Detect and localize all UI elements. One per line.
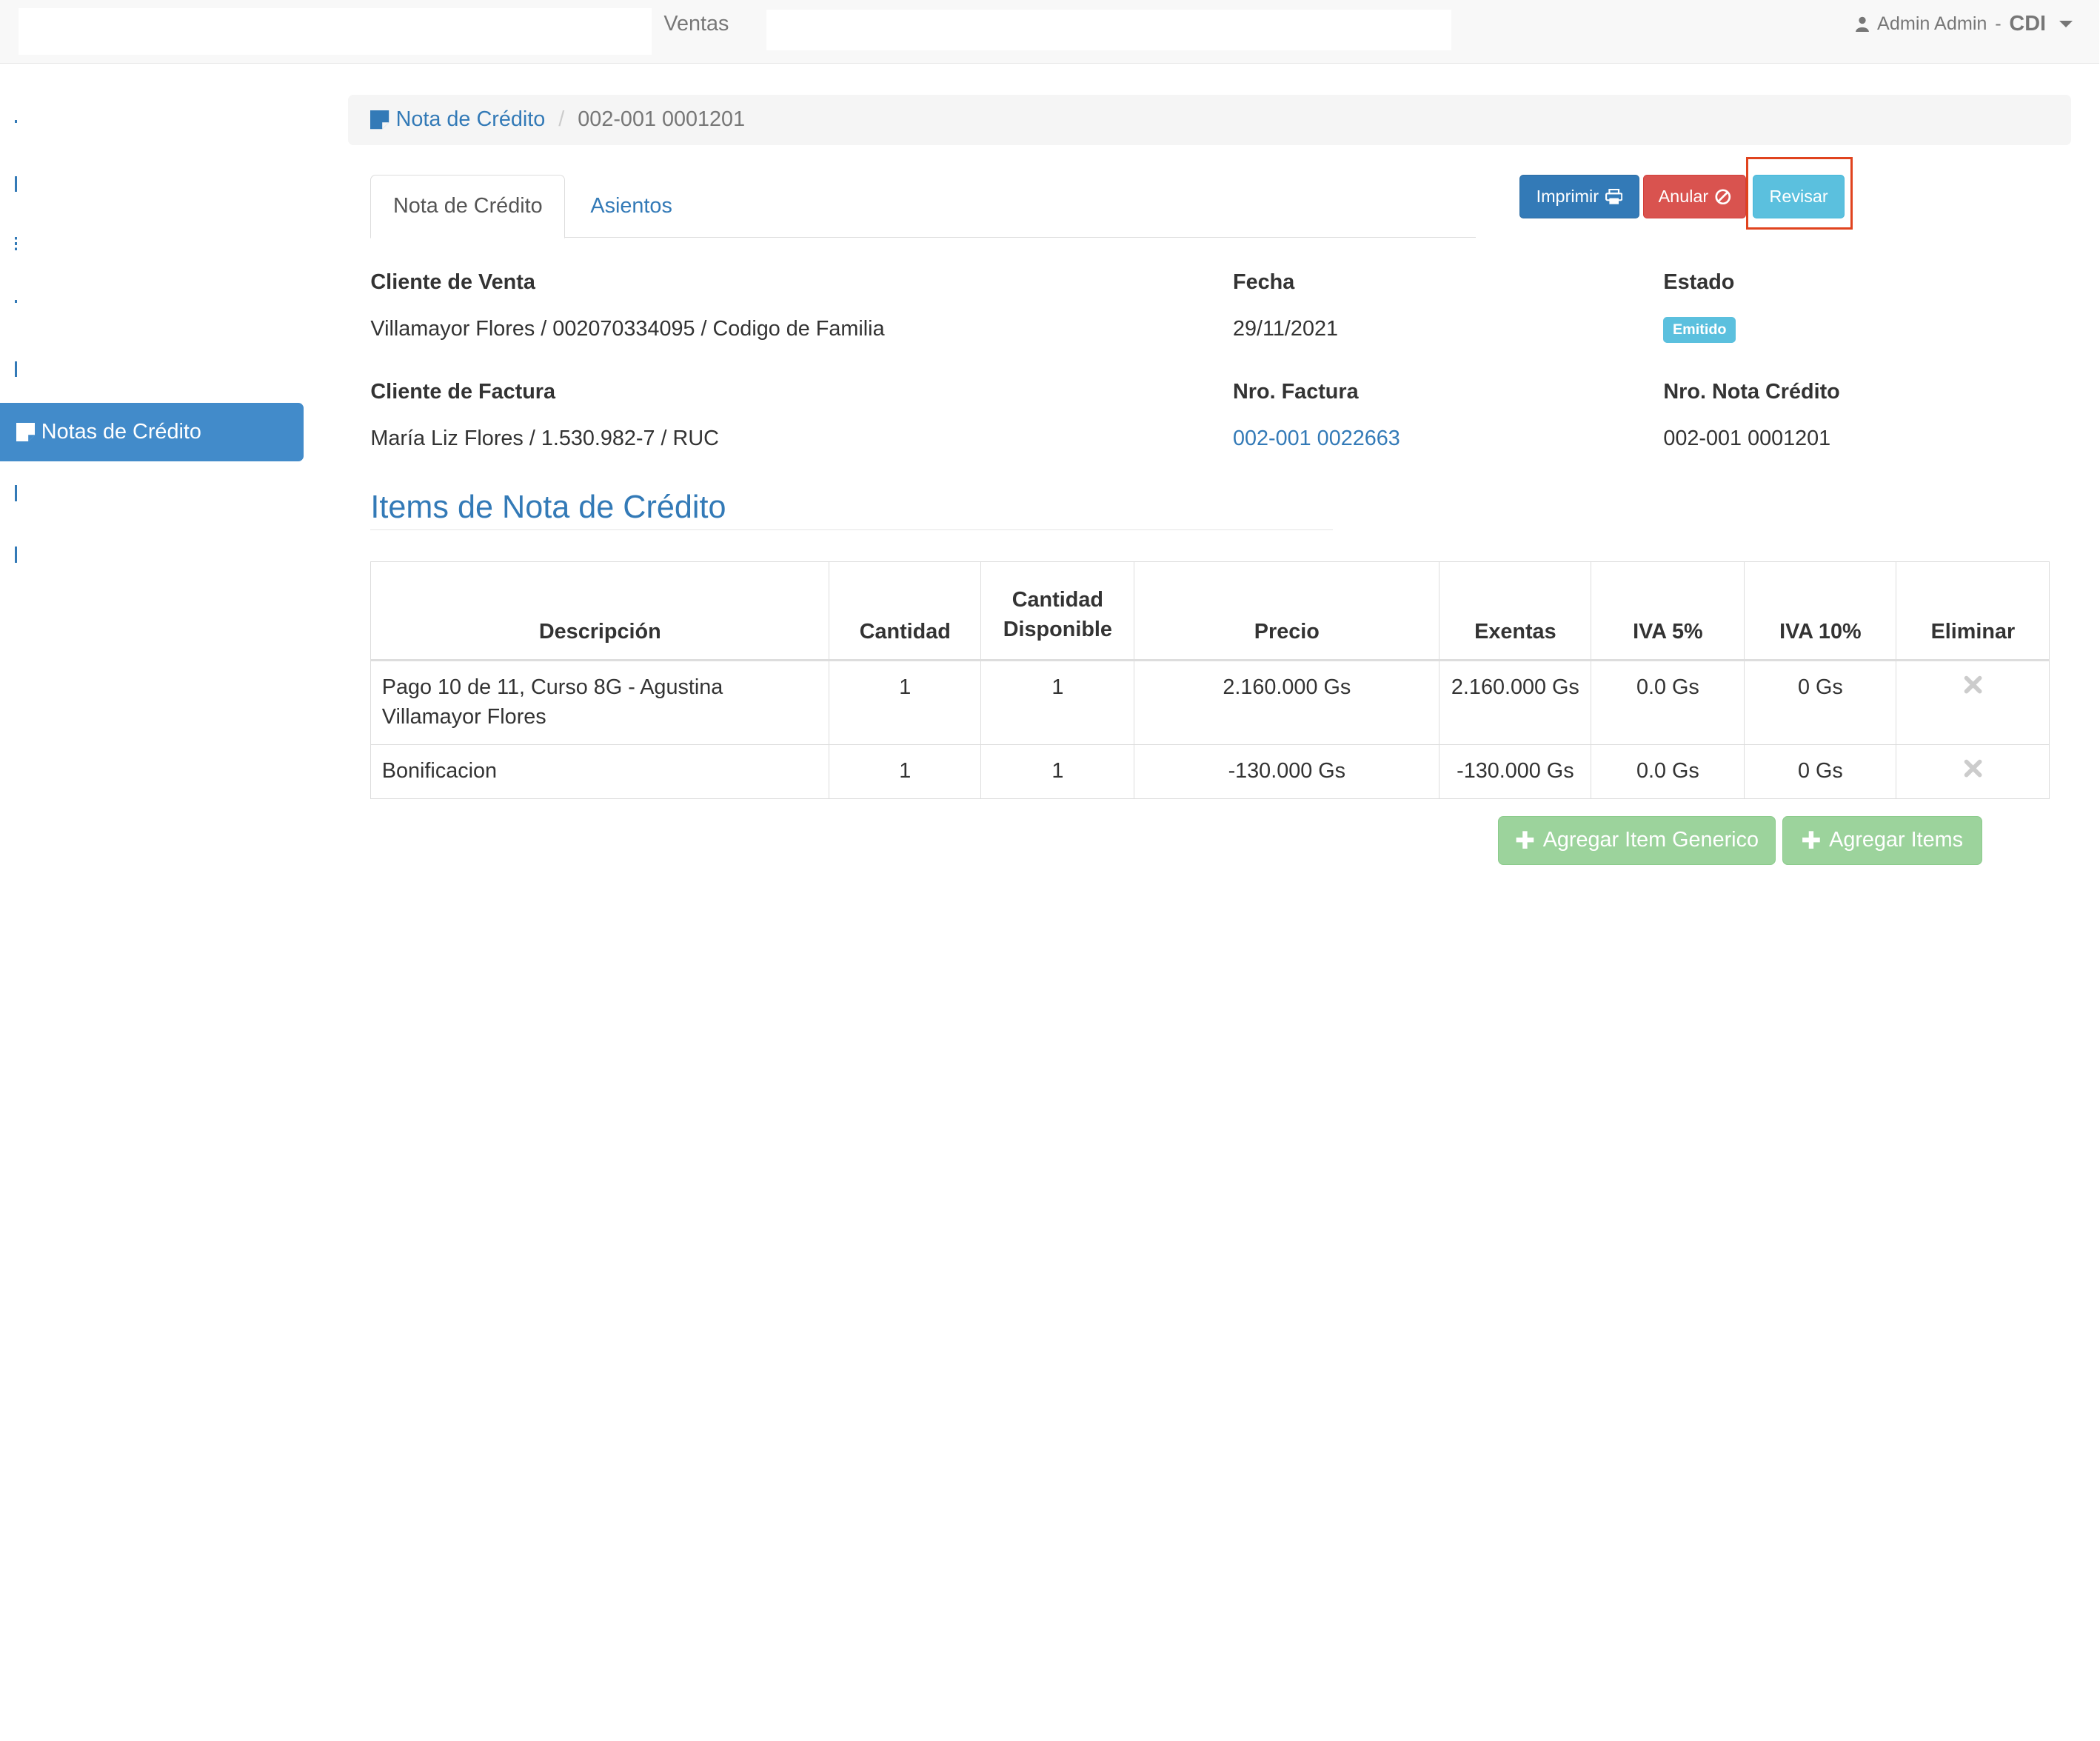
sidebar-item-label: Notas de Crédito	[41, 419, 201, 444]
navbar-section-ventas[interactable]: Ventas	[663, 12, 729, 36]
date-label: Fecha	[1233, 270, 1295, 295]
sale-client-label: Cliente de Venta	[370, 270, 535, 295]
invoice-number-link[interactable]: 002-001 0022663	[1233, 427, 1400, 451]
cell-exempt: -130.000 Gs	[1439, 743, 1592, 799]
table-row: Pago 10 de 11, Curso 8G - Agustina Villa…	[370, 660, 2050, 745]
user-menu[interactable]: Admin Admin - CDI	[1856, 12, 2073, 36]
delete-icon[interactable]	[1964, 675, 1982, 694]
add-items-button[interactable]: ✚ Agregar Items	[1782, 815, 1982, 866]
breadcrumb-parent-link[interactable]: Nota de Crédito	[370, 107, 545, 132]
column-header-delete: Eliminar	[1896, 561, 2050, 662]
status-label: Estado	[1663, 270, 1735, 295]
cell-price: -130.000 Gs	[1134, 743, 1440, 799]
sidebar: Notas de Crédito	[0, 63, 304, 1741]
invoice-number-label: Nro. Factura	[1233, 380, 1359, 404]
cell-iva5: 0.0 Gs	[1591, 743, 1745, 799]
column-header-available: Cantidad Disponible	[980, 561, 1135, 662]
cell-delete	[1896, 660, 2050, 745]
add-items-label: Agregar Items	[1829, 828, 1963, 852]
cell-iva10: 0 Gs	[1744, 743, 1897, 799]
credit-note-number-value: 002-001 0001201	[1663, 427, 1831, 450]
cell-exempt: 2.160.000 Gs	[1439, 660, 1592, 745]
table-row: Bonificacion 1 1 -130.000 Gs -130.000 Gs…	[370, 743, 2050, 799]
navbar-search-area[interactable]	[766, 9, 1452, 51]
cell-price: 2.160.000 Gs	[1134, 660, 1440, 745]
sticky-note-icon	[370, 110, 389, 130]
sidebar-item-marker[interactable]	[14, 361, 18, 378]
cell-iva10: 0 Gs	[1744, 660, 1897, 745]
section-divider	[370, 529, 1333, 531]
column-header-iva10: IVA 10%	[1744, 561, 1897, 662]
user-icon	[1856, 16, 1870, 33]
sidebar-item-marker[interactable]	[14, 485, 18, 501]
company-separator: -	[1995, 13, 2002, 35]
items-table: Descripción Cantidad Cantidad Disponible…	[370, 561, 2050, 799]
cancel-button-label: Anular	[1658, 186, 1709, 206]
review-highlight-box	[1746, 157, 1853, 230]
cell-iva5: 0.0 Gs	[1591, 660, 1745, 745]
invoice-client-label: Cliente de Factura	[370, 380, 556, 404]
chevron-down-icon	[2059, 21, 2073, 28]
cell-quantity: 1	[829, 743, 982, 799]
company-name: CDI	[2009, 12, 2047, 36]
sidebar-item-marker[interactable]	[14, 119, 18, 123]
cell-delete	[1896, 743, 2050, 799]
credit-note-number-label: Nro. Nota Crédito	[1663, 380, 1840, 404]
breadcrumb-separator: /	[558, 107, 565, 132]
date-value: 29/11/2021	[1233, 317, 1338, 341]
cell-description: Bonificacion	[370, 743, 830, 799]
tab-asientos[interactable]: Asientos	[590, 175, 672, 238]
invoice-client-value: María Liz Flores / 1.530.982-7 / RUC	[370, 427, 719, 450]
ban-icon	[1715, 189, 1731, 204]
sidebar-item-marker[interactable]	[14, 546, 18, 563]
breadcrumb-parent-label: Nota de Crédito	[395, 107, 546, 132]
breadcrumb-current: 002-001 0001201	[578, 107, 746, 132]
table-header-row: Descripción Cantidad Cantidad Disponible…	[370, 561, 2050, 662]
column-header-available-line1: Cantidad	[1011, 588, 1103, 612]
column-header-available-line2: Disponible	[1003, 617, 1112, 641]
cancel-button[interactable]: Anular	[1643, 174, 1746, 219]
breadcrumb: Nota de Crédito / 002-001 0001201	[347, 94, 2072, 146]
tab-nota-de-credito[interactable]: Nota de Crédito	[370, 174, 566, 239]
add-generic-item-button[interactable]: ✚ Agregar Item Generico	[1498, 815, 1776, 866]
app-root: Ventas Admin Admin - CDI Notas de Crédit…	[0, 0, 2100, 1741]
delete-icon[interactable]	[1964, 759, 1982, 778]
user-name: Admin Admin	[1877, 13, 1987, 35]
top-navbar: Ventas Admin Admin - CDI	[0, 0, 2099, 64]
print-button[interactable]: Imprimir	[1519, 174, 1639, 219]
sticky-note-icon	[16, 422, 35, 441]
column-header-iva5: IVA 5%	[1591, 561, 1745, 662]
sidebar-item-marker[interactable]	[14, 176, 18, 193]
items-section-title: Items de Nota de Crédito	[370, 489, 726, 525]
sidebar-item-notas-de-credito[interactable]: Notas de Crédito	[0, 402, 304, 461]
cell-available: 1	[980, 743, 1135, 799]
column-header-exempt: Exentas	[1439, 561, 1592, 662]
column-header-quantity: Cantidad	[829, 561, 982, 662]
status-badge: Emitido	[1663, 317, 1736, 343]
sidebar-item-marker[interactable]	[14, 237, 18, 251]
sale-client-value: Villamayor Flores / 002070334095 / Codig…	[370, 317, 885, 341]
cell-description: Pago 10 de 11, Curso 8G - Agustina Villa…	[370, 660, 830, 745]
column-header-price: Precio	[1134, 561, 1440, 662]
tab-bar: Nota de Crédito Asientos	[370, 174, 1476, 239]
plus-icon: ✚	[1801, 826, 1822, 854]
print-button-label: Imprimir	[1536, 186, 1599, 206]
cell-quantity: 1	[829, 660, 982, 745]
column-header-description: Descripción	[370, 561, 830, 662]
navbar-brand-area[interactable]	[19, 7, 652, 55]
print-icon	[1605, 188, 1623, 204]
cell-available: 1	[980, 660, 1135, 745]
add-generic-item-label: Agregar Item Generico	[1542, 828, 1759, 852]
sidebar-item-marker[interactable]	[14, 299, 18, 303]
plus-icon: ✚	[1514, 826, 1535, 854]
